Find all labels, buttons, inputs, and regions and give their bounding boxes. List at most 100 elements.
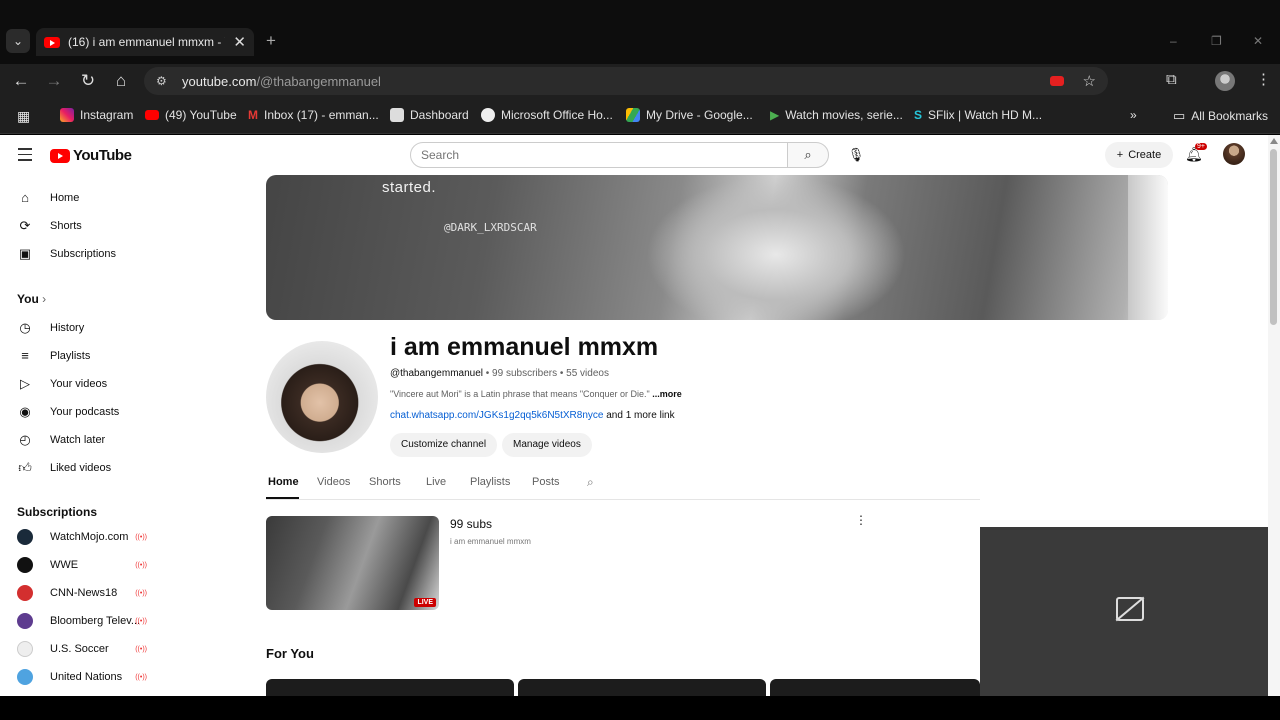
- live-indicator-icon: ((•)): [135, 645, 147, 653]
- toolbar: ← → ↻ ⌂ ⚙ youtube.com/@thabangemmanuel ☆: [0, 64, 1280, 98]
- sflix-icon: S: [914, 108, 923, 122]
- bookmark-gmail[interactable]: M Inbox (17) - emman...: [248, 108, 379, 122]
- more-bookmarks-icon[interactable]: »: [1130, 108, 1137, 122]
- sidebar-item-liked-videos[interactable]: 👍︎ Liked videos: [17, 460, 111, 476]
- youtube-page: YouTube ⌕ 🎙︎ +Create 🔔︎ 9+ ⌂Home ⟳Shorts…: [0, 135, 1280, 696]
- video-title[interactable]: 99 subs: [450, 517, 492, 531]
- tab-shorts[interactable]: Shorts: [369, 476, 401, 488]
- close-window-icon[interactable]: ✕: [1253, 34, 1263, 48]
- search-input[interactable]: [410, 142, 788, 168]
- bookmark-label: Microsoft Office Ho...: [501, 108, 613, 122]
- tab-home[interactable]: Home: [268, 476, 299, 488]
- globe-icon: [481, 108, 495, 122]
- subscription-item[interactable]: United Nations ((•)): [17, 669, 147, 685]
- all-bookmarks[interactable]: ▭ All Bookmarks: [1173, 108, 1268, 124]
- sidebar-item-history[interactable]: ◷ History: [17, 320, 84, 336]
- bookmark-youtube[interactable]: (49) YouTube: [145, 108, 237, 122]
- sidebar-item-playlists[interactable]: ≡ Playlists: [17, 348, 90, 363]
- create-label: Create: [1128, 149, 1162, 161]
- bookmark-sflix[interactable]: S SFlix | Watch HD M...: [914, 108, 1042, 122]
- youtube-indicator-icon[interactable]: [1050, 76, 1064, 86]
- minimize-icon[interactable]: –: [1170, 34, 1177, 48]
- search-button[interactable]: ⌕: [787, 142, 829, 168]
- subscription-item[interactable]: U.S. Soccer ((•)): [17, 641, 147, 657]
- mini-player[interactable]: [980, 527, 1280, 696]
- tab-playlists[interactable]: Playlists: [470, 476, 510, 488]
- chevron-right-icon: ›: [42, 292, 47, 306]
- browser-menu-icon[interactable]: ⋮: [1256, 70, 1271, 88]
- video-options-icon[interactable]: ⋮: [855, 513, 867, 527]
- gmail-icon: M: [248, 108, 258, 122]
- new-tab-icon[interactable]: +: [266, 31, 276, 51]
- sidebar-item-label: Subscriptions: [50, 248, 117, 260]
- bookmark-drive[interactable]: My Drive - Google...: [626, 108, 753, 122]
- sidebar-you-heading[interactable]: You ›: [17, 292, 46, 306]
- subscription-item[interactable]: WatchMojo.com ((•)): [17, 529, 147, 545]
- bookmark-star-icon[interactable]: ☆: [1083, 72, 1096, 90]
- banner-image: [646, 175, 906, 320]
- sidebar-item-watch-later[interactable]: ◴ Watch later: [17, 432, 105, 448]
- youtube-logo[interactable]: YouTube: [50, 147, 132, 164]
- channel-avatar-large[interactable]: [266, 341, 378, 453]
- sidebar-item-shorts[interactable]: ⟳ Shorts: [17, 218, 82, 234]
- address-bar[interactable]: ⚙ youtube.com/@thabangemmanuel ☆: [144, 67, 1108, 95]
- subscription-item[interactable]: Bloomberg Telev... ((•)): [17, 613, 147, 629]
- browser-tab[interactable]: (16) i am emmanuel mmxm - Y ✕: [36, 28, 254, 56]
- profile-icon[interactable]: [1215, 71, 1235, 91]
- tab-live[interactable]: Live: [426, 476, 446, 488]
- sidebar-item-your-podcasts[interactable]: ◉ Your podcasts: [17, 404, 119, 420]
- close-tab-icon[interactable]: ✕: [233, 33, 246, 51]
- customize-channel-button[interactable]: Customize channel: [390, 433, 498, 457]
- channel-stats: • 99 subscribers • 55 videos: [483, 368, 609, 379]
- search-icon: ⌕: [804, 147, 812, 162]
- tab-posts[interactable]: Posts: [532, 476, 560, 488]
- youtube-favicon-icon: [44, 36, 60, 48]
- apps-icon[interactable]: ▦: [17, 108, 30, 125]
- for-you-thumbnail[interactable]: [770, 679, 980, 696]
- whatsapp-link[interactable]: chat.whatsapp.com/JGKs1g2qq5k6N5tXR8nyce: [390, 410, 603, 421]
- manage-videos-button[interactable]: Manage videos: [502, 433, 592, 457]
- subscription-item[interactable]: WWE ((•)): [17, 557, 147, 573]
- extensions-icon[interactable]: ⧉: [1166, 71, 1177, 88]
- for-you-thumbnail[interactable]: [266, 679, 514, 696]
- voice-search-icon[interactable]: 🎙︎: [843, 142, 869, 168]
- channel-avatar: [17, 529, 33, 545]
- more-link[interactable]: ...more: [652, 389, 682, 399]
- home-icon[interactable]: ⌂: [111, 71, 131, 91]
- bookmark-movies[interactable]: ▶ Watch movies, serie...: [770, 108, 903, 122]
- channel-search-icon[interactable]: ⌕: [587, 475, 594, 490]
- scroll-up-arrow[interactable]: [1270, 138, 1278, 144]
- channel-description[interactable]: "Vincere aut Mori" is a Latin phrase tha…: [390, 389, 682, 399]
- forward-icon[interactable]: →: [44, 71, 64, 91]
- channel-avatar: [17, 557, 33, 573]
- clock-icon: ◴: [19, 432, 31, 447]
- sidebar-item-your-videos[interactable]: ▷ Your videos: [17, 376, 107, 392]
- video-thumbnail[interactable]: LIVE: [266, 516, 439, 610]
- subscription-item[interactable]: CNN-News18 ((•)): [17, 585, 147, 601]
- account-avatar[interactable]: [1223, 143, 1245, 165]
- for-you-thumbnail[interactable]: [518, 679, 766, 696]
- bookmark-dashboard[interactable]: Dashboard: [390, 108, 469, 122]
- scrollbar-thumb[interactable]: [1270, 149, 1277, 325]
- sidebar-item-subscriptions[interactable]: ▣ Subscriptions: [17, 246, 116, 262]
- sidebar: ⌂ Home ⟳ Shorts ▣ Subscriptions You › ◷ Hist…: [0, 175, 160, 696]
- bookmark-office[interactable]: Microsoft Office Ho...: [481, 108, 613, 122]
- bookmark-label: My Drive - Google...: [646, 108, 753, 122]
- tab-search-button[interactable]: ⌄: [6, 29, 30, 53]
- drive-icon: [626, 108, 640, 122]
- restore-icon[interactable]: ❐: [1211, 34, 1222, 48]
- play-icon: ▶: [770, 108, 780, 122]
- tab-videos[interactable]: Videos: [317, 476, 350, 488]
- subscription-label: Bloomberg Telev...: [50, 615, 141, 627]
- bookmark-instagram[interactable]: Instagram: [60, 108, 133, 122]
- reload-icon[interactable]: ↻: [78, 71, 98, 91]
- sidebar-item-home[interactable]: ⌂ Home: [17, 190, 79, 205]
- url-text[interactable]: youtube.com/@thabangemmanuel: [182, 74, 381, 89]
- back-icon[interactable]: ←: [11, 71, 31, 91]
- menu-icon[interactable]: [18, 148, 32, 165]
- site-info-icon[interactable]: ⚙: [156, 74, 172, 88]
- video-channel[interactable]: i am emmanuel mmxm: [450, 537, 531, 546]
- channel-avatar: [17, 669, 33, 685]
- more-links-text[interactable]: and 1 more link: [603, 410, 674, 421]
- create-button[interactable]: + Create: [1105, 142, 1173, 168]
